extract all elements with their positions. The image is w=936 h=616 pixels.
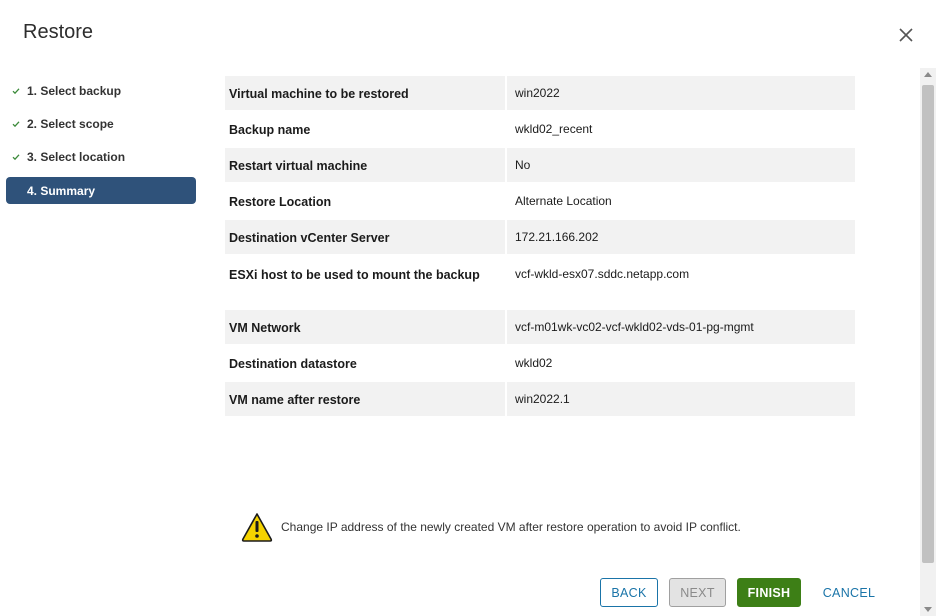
step-select-location[interactable]: 3. Select location xyxy=(6,140,196,173)
row-key: Backup name xyxy=(229,123,311,137)
back-button[interactable]: BACK xyxy=(600,578,658,607)
table-row: VM Network vcf-m01wk-vc02-vcf-wkld02-vds… xyxy=(225,310,855,346)
row-key: Virtual machine to be restored xyxy=(225,76,505,110)
row-value: wkld02_recent xyxy=(515,122,593,136)
wizard-steps: 1. Select backup 2. Select scope 3. Sele… xyxy=(6,74,196,204)
warning-message: Change IP address of the newly created V… xyxy=(241,512,741,542)
warning-text: Change IP address of the newly created V… xyxy=(281,520,741,534)
step-label: 3. Select location xyxy=(27,149,126,164)
row-value: vcf-m01wk-vc02-vcf-wkld02-vds-01-pg-mgmt xyxy=(507,310,855,344)
scroll-up-arrow-icon[interactable] xyxy=(924,72,932,77)
row-key: Destination datastore xyxy=(229,357,357,371)
summary-table: Virtual machine to be restored win2022 B… xyxy=(225,76,855,418)
table-row: Backup name wkld02_recent xyxy=(225,112,855,148)
row-key: ESXi host to be used to mount the backup xyxy=(229,268,480,282)
scroll-thumb[interactable] xyxy=(922,85,934,563)
table-row: Restart virtual machine No xyxy=(225,148,855,184)
check-icon xyxy=(12,153,22,161)
row-key: Destination vCenter Server xyxy=(225,220,505,254)
scrollbar[interactable] xyxy=(920,68,936,616)
step-label: 2. Select scope xyxy=(27,116,114,131)
table-row: ESXi host to be used to mount the backup… xyxy=(225,256,855,310)
row-value: win2022.1 xyxy=(507,382,855,416)
table-row: Restore Location Alternate Location xyxy=(225,184,855,220)
table-row: VM name after restore win2022.1 xyxy=(225,382,855,418)
row-key: Restart virtual machine xyxy=(225,148,505,182)
step-label: 4. Summary xyxy=(27,183,96,198)
check-icon xyxy=(12,87,22,95)
scroll-down-arrow-icon[interactable] xyxy=(924,607,932,612)
step-select-backup[interactable]: 1. Select backup xyxy=(6,74,196,107)
table-row: Destination vCenter Server 172.21.166.20… xyxy=(225,220,855,256)
row-value: win2022 xyxy=(507,76,855,110)
row-value: 172.21.166.202 xyxy=(507,220,855,254)
warning-icon xyxy=(241,513,273,542)
check-icon xyxy=(12,120,22,128)
row-key: VM name after restore xyxy=(225,382,505,416)
row-value: wkld02 xyxy=(515,356,553,370)
cancel-button[interactable]: CANCEL xyxy=(814,578,884,607)
next-button[interactable]: NEXT xyxy=(669,578,726,607)
dialog-title: Restore xyxy=(23,21,94,43)
step-select-scope[interactable]: 2. Select scope xyxy=(6,107,196,140)
row-key: Restore Location xyxy=(229,195,332,209)
finish-button[interactable]: FINISH xyxy=(737,578,801,607)
step-label: 1. Select backup xyxy=(27,83,122,98)
row-value: Alternate Location xyxy=(515,194,612,208)
row-value: No xyxy=(507,148,855,182)
step-summary[interactable]: 4. Summary xyxy=(6,177,196,204)
close-icon[interactable] xyxy=(896,25,916,45)
table-row: Virtual machine to be restored win2022 xyxy=(225,76,855,112)
row-value: vcf-wkld-esx07.sddc.netapp.com xyxy=(515,267,690,281)
table-row: Destination datastore wkld02 xyxy=(225,346,855,382)
row-key: VM Network xyxy=(225,310,505,344)
